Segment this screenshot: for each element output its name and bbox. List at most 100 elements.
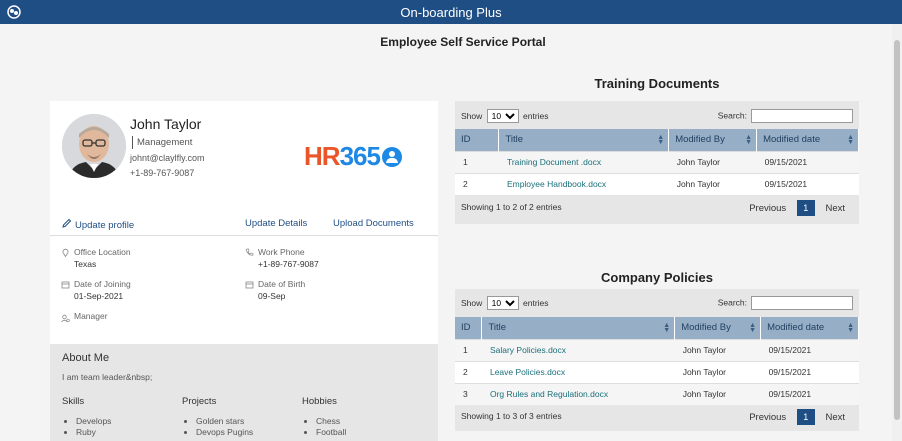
- avatar: [62, 114, 126, 178]
- sort-icon: ▲ ▼: [749, 322, 757, 334]
- app-title: On-boarding Plus: [400, 5, 502, 20]
- policies-search: Search:: [718, 296, 853, 310]
- cell-modified-by: John Taylor: [674, 338, 761, 361]
- table-row: 3 Org Rules and Regulation.docx John Tay…: [455, 382, 859, 405]
- list-item: Ruby: [76, 427, 111, 438]
- document-link[interactable]: Training Document .docx: [498, 150, 669, 173]
- policies-show-entries: Show 10 entries: [461, 296, 549, 310]
- cell-id: 1: [455, 150, 499, 173]
- scrollbar-thumb[interactable]: [894, 40, 900, 420]
- hobbies-column: Hobbies Chess Football: [302, 396, 346, 438]
- list-item: Develops: [76, 416, 111, 427]
- company-policies-title: Company Policies: [601, 270, 713, 285]
- date-of-joining-value: 01-Sep-2021: [74, 291, 124, 301]
- skills-column: Skills Develops Ruby: [62, 396, 111, 438]
- cell-modified-date: 09/15/2021: [756, 172, 859, 195]
- office-location-field: Office Location Texas: [62, 247, 131, 269]
- table-row: 2 Leave Policies.docx John Taylor 09/15/…: [455, 360, 859, 383]
- work-phone-label: Work Phone: [258, 247, 305, 257]
- entries-label: entries: [523, 111, 549, 121]
- list-item: Chess: [316, 416, 346, 427]
- page-title: Employee Self Service Portal: [380, 35, 546, 49]
- next-button[interactable]: Next: [825, 203, 845, 214]
- show-label: Show: [461, 111, 483, 121]
- table-row: 1 Salary Policies.docx John Taylor 09/15…: [455, 338, 859, 361]
- cell-id: 1: [455, 338, 482, 361]
- sort-icon: ▲ ▼: [847, 322, 854, 334]
- sort-icon: ▲ ▼: [657, 134, 665, 146]
- cell-id: 3: [455, 382, 482, 405]
- cell-modified-by: John Taylor: [674, 382, 761, 405]
- training-page-size-select[interactable]: 10: [486, 109, 519, 123]
- date-of-birth-value: 09-Sep: [258, 291, 286, 301]
- training-pagination: Previous 1 Next: [749, 200, 845, 216]
- column-header-title[interactable]: Title ▲ ▼: [498, 129, 670, 151]
- column-header-id[interactable]: ID: [455, 129, 500, 151]
- skills-heading: Skills: [62, 396, 85, 407]
- update-profile-link[interactable]: Update profile: [62, 218, 134, 231]
- location-pin-icon: [62, 248, 69, 257]
- update-details-link[interactable]: Update Details: [245, 218, 307, 229]
- column-header-modified-by[interactable]: Modified By ▲ ▼: [668, 129, 758, 151]
- cell-modified-by: John Taylor: [668, 172, 757, 195]
- column-header-modified-date[interactable]: Modified date ▲ ▼: [756, 129, 859, 151]
- user-circle-icon: [381, 147, 402, 167]
- document-link[interactable]: Leave Policies.docx: [481, 360, 675, 383]
- page-1-button[interactable]: 1: [796, 409, 815, 425]
- date-of-birth-field: Date of Birth 09-Sep: [245, 279, 305, 301]
- previous-button[interactable]: Previous: [749, 412, 786, 423]
- hobbies-heading: Hobbies: [302, 396, 337, 407]
- hr365-logo: HR365: [304, 141, 402, 172]
- training-show-entries: Show 10 entries: [461, 109, 549, 123]
- sort-icon: ▲ ▼: [663, 322, 671, 334]
- document-link[interactable]: Org Rules and Regulation.docx: [481, 382, 675, 405]
- policies-page-size-select[interactable]: 10: [486, 296, 519, 310]
- next-button[interactable]: Next: [825, 412, 845, 423]
- training-documents-title: Training Documents: [594, 76, 720, 91]
- about-me-text: I am team leader&nbsp;: [62, 372, 153, 382]
- top-bar: On-boarding Plus: [0, 0, 902, 24]
- policies-search-input[interactable]: [751, 296, 853, 310]
- about-me-heading: About Me: [62, 352, 110, 364]
- vertical-scrollbar[interactable]: [892, 24, 902, 441]
- cell-modified-date: 09/15/2021: [760, 382, 859, 405]
- column-header-id[interactable]: ID: [455, 317, 483, 339]
- page-1-button[interactable]: 1: [796, 200, 815, 216]
- office-location-value: Texas: [74, 259, 97, 269]
- profile-phone: +1-89-767-9087: [130, 168, 195, 178]
- date-of-joining-field: Date of Joining 01-Sep-2021: [61, 279, 131, 301]
- column-header-modified-date[interactable]: Modified date ▲ ▼: [760, 317, 859, 339]
- main-content: Employee Self Service Portal John Taylor…: [0, 24, 892, 441]
- company-policies-table-panel: Show 10 entries Search: ID Title ▲ ▼ Modif…: [455, 289, 859, 431]
- manager-label: Manager: [74, 311, 108, 321]
- training-info: Showing 1 to 2 of 2 entries: [461, 202, 562, 212]
- document-link[interactable]: Employee Handbook.docx: [498, 172, 669, 195]
- previous-button[interactable]: Previous: [749, 203, 786, 214]
- calendar-icon: [61, 281, 70, 289]
- cell-modified-by: John Taylor: [668, 150, 757, 173]
- profile-email: johnt@claylfly.com: [130, 153, 205, 163]
- cell-modified-by: John Taylor: [674, 360, 761, 383]
- table-row: 1 Training Document .docx John Taylor 09…: [455, 150, 859, 173]
- company-policies-table: ID Title ▲ ▼ Modified By ▲ ▼ Modified date ▲ ▼…: [455, 317, 859, 405]
- search-label: Search:: [717, 110, 747, 121]
- table-row: 2 Employee Handbook.docx John Taylor 09/…: [455, 172, 859, 195]
- hobbies-list: Chess Football: [302, 416, 346, 438]
- profile-card: John Taylor Management johnt@claylfly.co…: [50, 101, 438, 441]
- column-header-modified-by[interactable]: Modified By ▲ ▼: [674, 317, 762, 339]
- entries-label: entries: [523, 298, 549, 308]
- document-link[interactable]: Salary Policies.docx: [481, 338, 675, 361]
- profile-department: Management: [132, 136, 192, 149]
- column-header-title[interactable]: Title ▲ ▼: [481, 317, 676, 339]
- logo-num-text: 365: [339, 141, 381, 171]
- training-search-input[interactable]: [751, 109, 853, 123]
- training-documents-table-panel: Show 10 entries Search: ID Title ▲ ▼ Modif…: [455, 101, 859, 224]
- phone-icon: [245, 248, 254, 256]
- about-me-panel: About Me I am team leader&nbsp; Skills D…: [50, 344, 438, 441]
- training-search: Search:: [718, 109, 853, 123]
- projects-column: Projects Golden stars Devops Pugins: [182, 396, 253, 438]
- upload-documents-link[interactable]: Upload Documents: [333, 218, 414, 229]
- profile-name: John Taylor: [130, 116, 202, 132]
- logo-hr-text: HR: [304, 141, 341, 171]
- cell-modified-date: 09/15/2021: [760, 338, 859, 361]
